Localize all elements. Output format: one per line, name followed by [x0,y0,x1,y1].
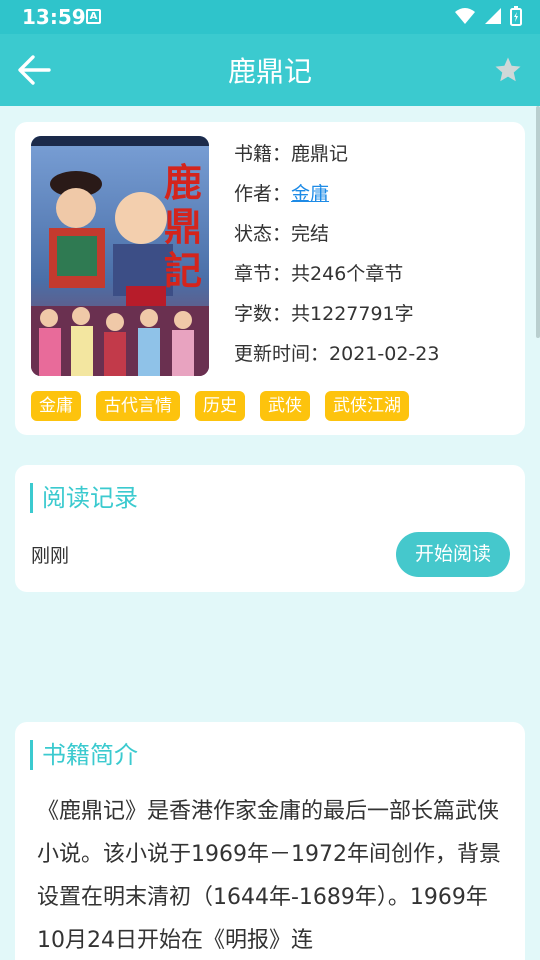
wifi-icon [455,8,475,24]
tag-chip[interactable]: 武侠江湖 [325,391,409,421]
tag-chip[interactable]: 古代言情 [96,391,180,421]
info-row-chapters: 章节：共246个章节 [234,258,439,298]
cover-art: 鹿 鼎 記 [31,136,209,376]
signal-icon [485,8,501,24]
book-info-card: 鹿 鼎 記 书籍：鹿鼎记 作者：金庸 状态：完结 章节：共246个章节 字数：共… [15,122,525,435]
status-time: 13:59 [22,5,86,29]
battery-icon [510,6,522,26]
info-row-status: 状态：完结 [234,218,439,258]
info-label: 更新时间： [234,343,330,365]
info-label: 状态： [234,223,292,245]
tag-chip[interactable]: 武侠 [260,391,310,421]
info-value-title: 鹿鼎记 [291,143,349,165]
reading-record-card: 阅读记录 刚刚 开始阅读 [15,465,525,592]
book-intro-card: 书籍简介 《鹿鼎记》是香港作家金庸的最后一部长篇武侠小说。该小说于1969年－1… [15,722,525,960]
info-row-title: 书籍：鹿鼎记 [234,138,439,178]
last-read-time: 刚刚 [31,545,70,567]
keyboard-indicator-icon: A [86,9,101,24]
info-label: 字数： [234,303,292,325]
tag-chip[interactable]: 历史 [195,391,245,421]
info-label: 作者： [234,183,292,205]
svg-text:鼎: 鼎 [164,204,202,249]
star-icon [495,57,521,82]
book-info-list: 书籍：鹿鼎记 作者：金庸 状态：完结 章节：共246个章节 字数：共122779… [234,138,439,378]
status-bar: 13:59 A [0,0,540,34]
info-row-updated: 更新时间：2021-02-23 [234,338,439,378]
info-value-chapters: 共246个章节 [291,263,404,285]
info-row-wordcount: 字数：共1227791字 [234,298,439,338]
tag-chip[interactable]: 金庸 [31,391,81,421]
app-bar: 鹿鼎记 [0,34,540,106]
start-reading-button[interactable]: 开始阅读 [396,532,510,577]
book-intro-text: 《鹿鼎记》是香港作家金庸的最后一部长篇武侠小说。该小说于1969年－1972年间… [37,799,501,953]
info-label: 章节： [234,263,292,285]
info-value-updated: 2021-02-23 [329,343,440,365]
scrollbar[interactable] [536,106,540,338]
info-row-author: 作者：金庸 [234,178,439,218]
author-link[interactable]: 金庸 [291,183,329,205]
status-icons [454,6,522,26]
reading-record-title: 阅读记录 [30,483,138,513]
info-value-status: 完结 [291,223,330,245]
svg-text:鹿: 鹿 [164,160,202,205]
book-intro-title: 书籍简介 [30,740,138,770]
page-title: 鹿鼎记 [227,55,312,88]
favorite-button[interactable] [488,50,528,90]
info-label: 书籍： [234,143,292,165]
svg-text:記: 記 [164,248,202,293]
tag-list: 金庸 古代言情 历史 武侠 武侠江湖 [31,391,409,421]
info-value-wordcount: 共1227791字 [291,303,414,325]
book-cover-image: 鹿 鼎 記 [31,136,209,376]
